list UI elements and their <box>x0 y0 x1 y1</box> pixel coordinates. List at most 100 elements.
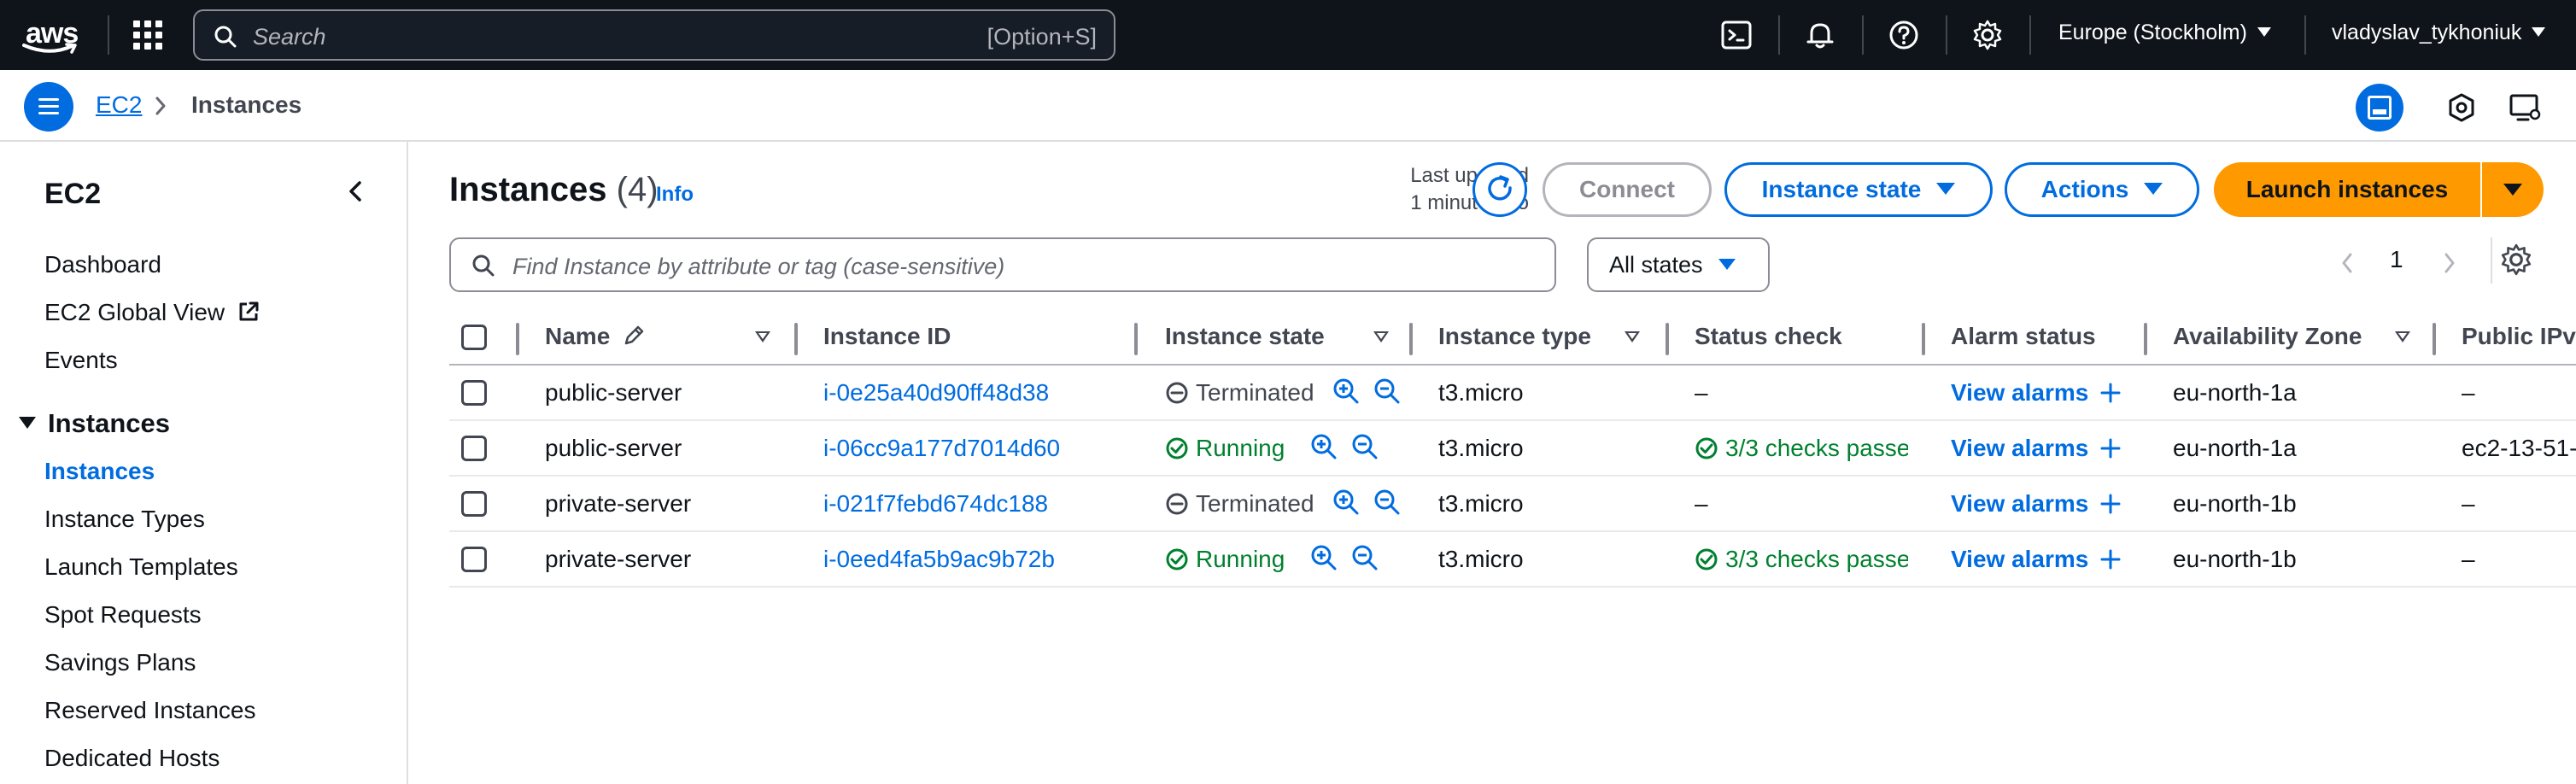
launch-instances-button[interactable]: Launch instances <box>2214 162 2480 217</box>
table-row[interactable]: public-server i-06cc9a177d7014d60 Runnin… <box>449 421 2576 477</box>
help-icon[interactable] <box>1888 19 1920 51</box>
column-header-instance-type[interactable]: Instance type <box>1438 323 1591 350</box>
bell-icon[interactable] <box>1804 19 1836 51</box>
sort-caret-icon[interactable] <box>755 331 770 342</box>
zoom-out-icon[interactable] <box>1373 377 1401 405</box>
column-divider <box>1922 323 1925 355</box>
caret-down-icon <box>2144 183 2163 195</box>
column-header-name[interactable]: Name <box>545 323 646 350</box>
instance-name: private-server <box>545 546 692 572</box>
sidebar-item-launch-templates[interactable]: Launch Templates <box>44 553 238 581</box>
view-alarms-text: View alarms <box>1951 435 2089 461</box>
sidebar-item-instances[interactable]: Instances <box>44 458 155 485</box>
plus-icon <box>2100 494 2121 514</box>
aws-logo[interactable]: aws <box>22 14 80 56</box>
global-search-input[interactable]: Search [Option+S] <box>193 9 1115 61</box>
select-all-checkbox[interactable] <box>461 325 487 350</box>
actions-dropdown[interactable]: Actions <box>2005 162 2199 217</box>
sidebar-item-savings-plans[interactable]: Savings Plans <box>44 649 196 676</box>
chevron-left-icon[interactable] <box>345 179 366 203</box>
search-icon <box>472 255 495 277</box>
gear-icon[interactable] <box>1971 19 2004 51</box>
sidebar-item-reserved-instances[interactable]: Reserved Instances <box>44 697 255 724</box>
view-alarms-link[interactable]: View alarms <box>1951 546 2121 573</box>
info-link[interactable]: Info <box>656 183 694 207</box>
instance-state-dropdown[interactable]: Instance state <box>1724 162 1993 217</box>
sidebar-item-dedicated-hosts[interactable]: Dedicated Hosts <box>44 745 220 772</box>
sort-caret-icon[interactable] <box>1625 331 1640 342</box>
table-row[interactable]: private-server i-0eed4fa5b9ac9b72b Runni… <box>449 532 2576 588</box>
column-header-instance-state[interactable]: Instance state <box>1165 323 1325 350</box>
instance-state-text: Running <box>1196 435 1285 461</box>
connect-button[interactable]: Connect <box>1543 162 1712 217</box>
sidebar-item-global-view[interactable]: EC2 Global View <box>44 299 261 326</box>
instance-id-link[interactable]: i-021f7febd674dc188 <box>823 490 1048 518</box>
split-panel-icon[interactable] <box>2356 84 2403 132</box>
current-page[interactable]: 1 <box>2390 246 2403 273</box>
search-icon <box>214 26 237 48</box>
zoom-in-icon[interactable] <box>1332 377 1360 405</box>
instance-state-text: Terminated <box>1196 379 1314 406</box>
instance-filter-input[interactable]: Find Instance by attribute or tag (case-… <box>449 237 1556 292</box>
zoom-out-icon[interactable] <box>1351 433 1379 460</box>
public-ipv4: – <box>2462 490 2475 517</box>
table-row[interactable]: private-server i-021f7febd674dc188 Termi… <box>449 477 2576 532</box>
status-check-text: 3/3 checks passed <box>1725 435 1908 461</box>
instance-state-status: Terminated <box>1165 490 1314 518</box>
sidebar-section-instances[interactable]: Instances <box>19 408 170 439</box>
instance-id-link[interactable]: i-0e25a40d90ff48d38 <box>823 379 1049 407</box>
breadcrumb-current: Instances <box>191 91 302 118</box>
cloudshell-icon[interactable] <box>1720 19 1753 51</box>
column-header-alarm-status[interactable]: Alarm status <box>1951 323 2096 350</box>
availability-zone: eu-north-1b <box>2173 490 2297 517</box>
column-header-status-check[interactable]: Status check <box>1695 323 1842 350</box>
stopped-status-icon <box>1166 493 1188 515</box>
column-divider <box>794 323 798 355</box>
actions-label: Actions <box>2040 176 2129 202</box>
sidebar-item-instance-types[interactable]: Instance Types <box>44 506 205 533</box>
sidebar-item-label: EC2 Global View <box>44 299 225 325</box>
instance-id-link[interactable]: i-06cc9a177d7014d60 <box>823 435 1060 462</box>
zoom-out-icon[interactable] <box>1351 544 1379 571</box>
instance-count: (4) <box>616 171 659 208</box>
row-checkbox[interactable] <box>461 491 487 517</box>
sort-caret-icon[interactable] <box>1373 331 1389 342</box>
row-checkbox[interactable] <box>461 547 487 572</box>
region-selector[interactable]: Europe (Stockholm) <box>2058 20 2271 45</box>
next-page-icon[interactable] <box>2441 251 2458 275</box>
screen-settings-icon[interactable] <box>2501 84 2549 132</box>
side-navigation-toggle[interactable] <box>24 82 73 132</box>
caret-down-icon <box>2532 27 2546 37</box>
zoom-out-icon[interactable] <box>1373 489 1401 516</box>
view-alarms-link[interactable]: View alarms <box>1951 435 2121 462</box>
column-header-public-ipv4[interactable]: Public IPv4 <box>2462 323 2576 350</box>
zoom-in-icon[interactable] <box>1310 544 1338 571</box>
zoom-in-icon[interactable] <box>1310 433 1338 460</box>
launch-options-dropdown[interactable] <box>2482 162 2544 217</box>
security-hub-icon[interactable] <box>2438 84 2485 132</box>
caret-down-icon <box>19 417 36 429</box>
table-preferences-gear-icon[interactable] <box>2499 243 2533 277</box>
account-menu[interactable]: vladyslav_tykhoniuk <box>2332 20 2546 45</box>
column-header-availability-zone[interactable]: Availability Zone <box>2173 323 2362 350</box>
success-check-icon <box>1166 548 1188 570</box>
sort-caret-icon[interactable] <box>2395 331 2410 342</box>
sidebar-item-spot-requests[interactable]: Spot Requests <box>44 601 202 629</box>
caret-down-icon <box>2257 27 2271 37</box>
table-row[interactable]: public-server i-0e25a40d90ff48d38 Termin… <box>449 366 2576 421</box>
breadcrumb-ec2-link[interactable]: EC2 <box>96 91 142 119</box>
state-filter-select[interactable]: All states <box>1587 237 1770 292</box>
column-header-instance-id[interactable]: Instance ID <box>823 323 951 350</box>
previous-page-icon[interactable] <box>2339 251 2356 275</box>
row-checkbox[interactable] <box>461 380 487 406</box>
row-checkbox[interactable] <box>461 436 487 461</box>
sidebar-item-events[interactable]: Events <box>44 347 118 374</box>
refresh-button[interactable] <box>1472 162 1527 217</box>
success-check-icon <box>1166 437 1188 459</box>
view-alarms-link[interactable]: View alarms <box>1951 379 2121 407</box>
sidebar-item-dashboard[interactable]: Dashboard <box>44 251 161 278</box>
view-alarms-link[interactable]: View alarms <box>1951 490 2121 518</box>
instance-id-link[interactable]: i-0eed4fa5b9ac9b72b <box>823 546 1055 573</box>
zoom-in-icon[interactable] <box>1332 489 1360 516</box>
services-grid-icon[interactable] <box>133 20 162 50</box>
